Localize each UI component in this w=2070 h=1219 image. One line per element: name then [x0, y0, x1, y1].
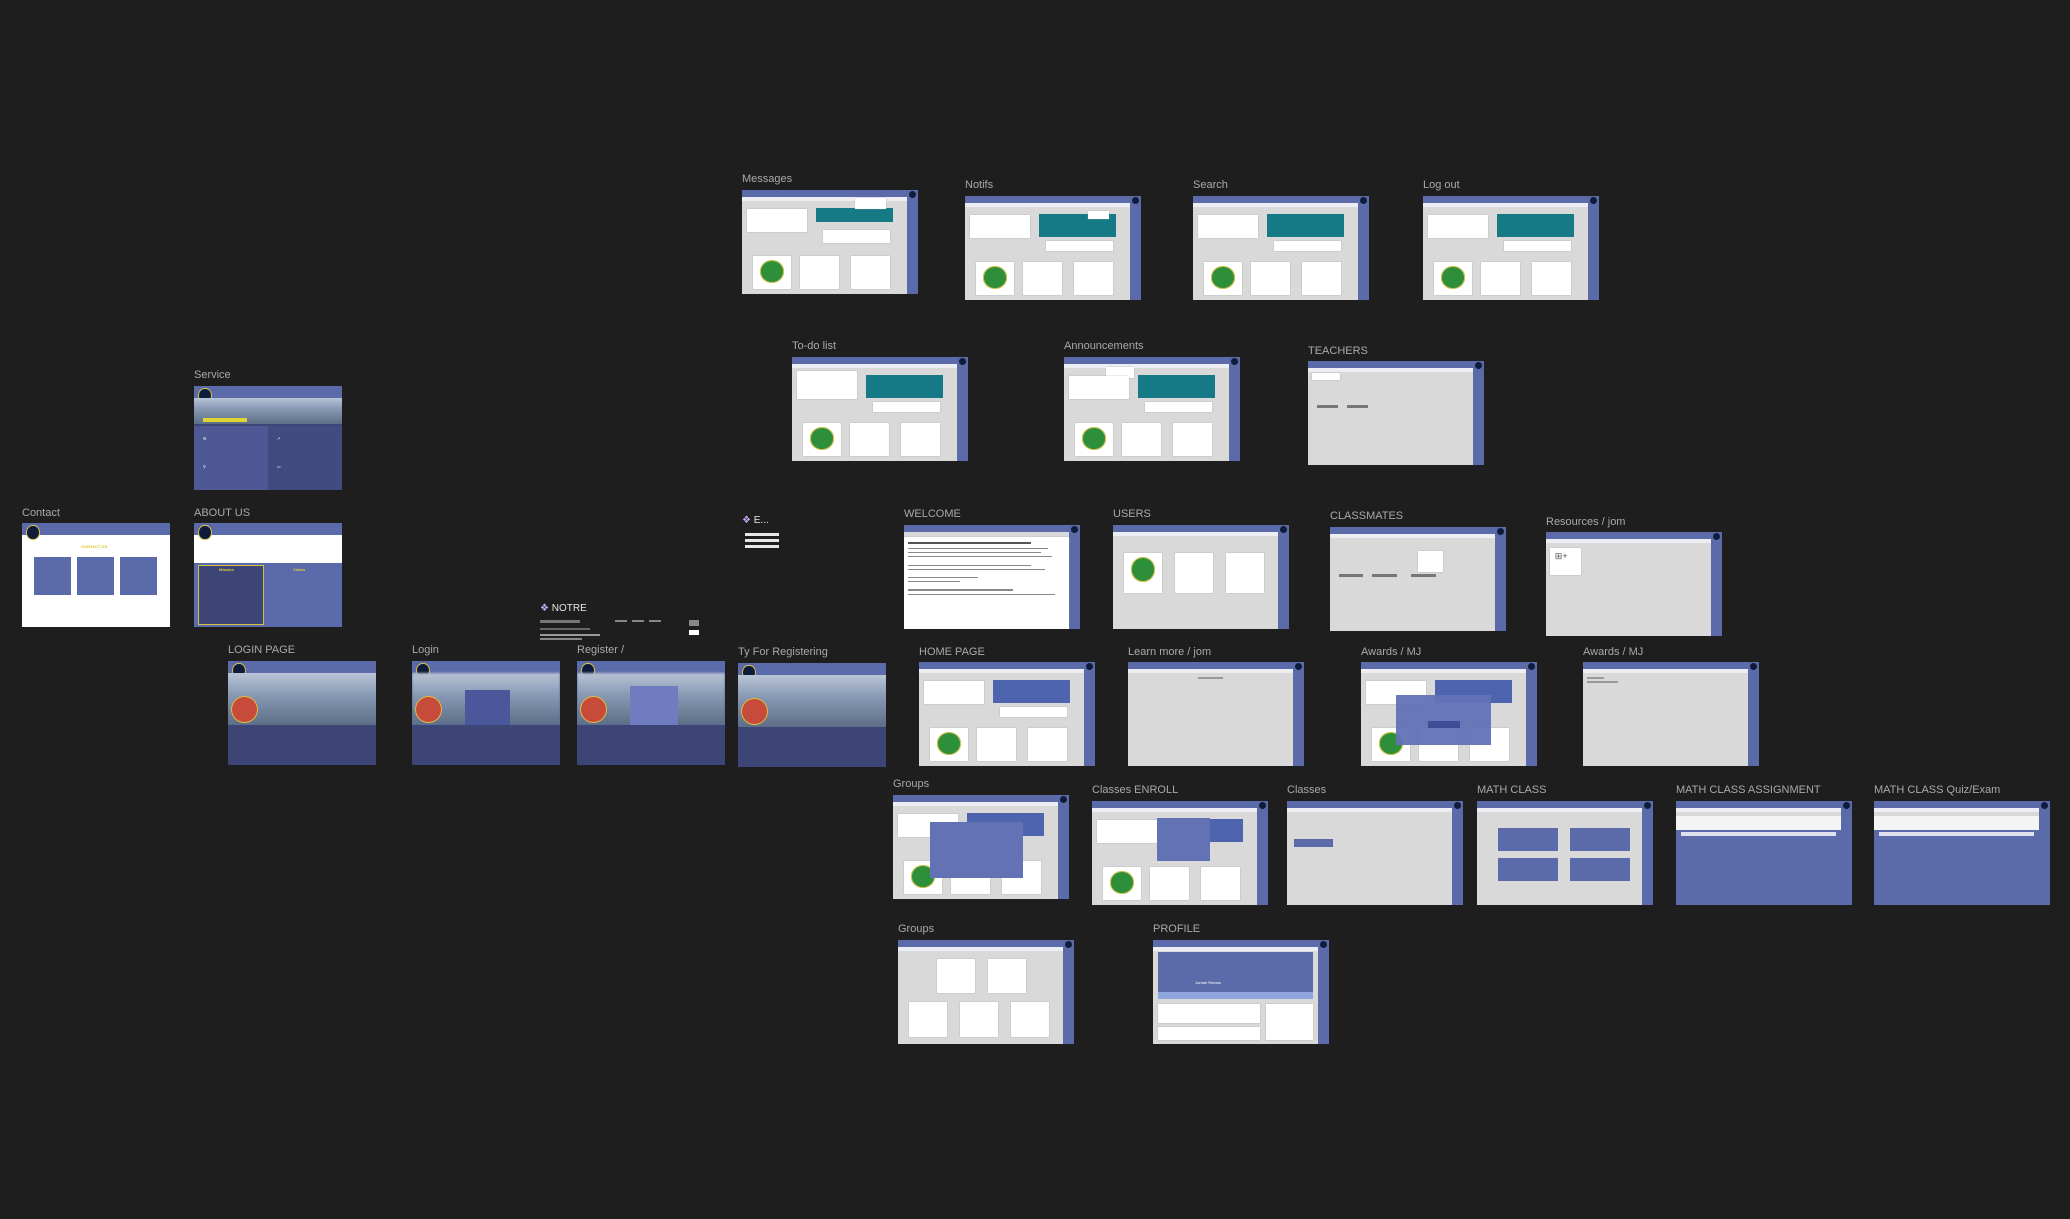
frame-register[interactable]: [577, 661, 725, 765]
frame-label-classes[interactable]: Classes: [1287, 784, 1326, 796]
frame-label-announcements[interactable]: Announcements: [1064, 340, 1144, 352]
frame-awards-1[interactable]: [1361, 662, 1537, 766]
frame-label-messages[interactable]: Messages: [742, 173, 792, 185]
frame-label-awards-1[interactable]: Awards / MJ: [1361, 646, 1421, 658]
frame-label-profile[interactable]: PROFILE: [1153, 923, 1200, 935]
frame-groups-2[interactable]: [898, 940, 1074, 1044]
frame-welcome[interactable]: [904, 525, 1080, 629]
frame-notifs[interactable]: [965, 196, 1141, 300]
frame-math-class[interactable]: [1477, 801, 1653, 905]
frame-learn-more[interactable]: [1128, 662, 1304, 766]
frame-profile[interactable]: Jamari Ramos: [1153, 940, 1329, 1044]
frame-label-resources[interactable]: Resources / jom: [1546, 516, 1625, 528]
frame-label-classes-enroll[interactable]: Classes ENROLL: [1092, 784, 1178, 796]
frame-label-ty-register[interactable]: Ty For Registering: [738, 646, 828, 658]
frame-label-math-assignment[interactable]: MATH CLASS ASSIGNMENT: [1676, 784, 1821, 796]
frame-math-quiz[interactable]: [1874, 801, 2050, 905]
component-set[interactable]: ❖ E...: [742, 515, 769, 526]
frame-about[interactable]: Mission Vision: [194, 523, 342, 627]
frame-classes-enroll[interactable]: [1092, 801, 1268, 905]
hamburger-component[interactable]: [745, 533, 779, 553]
component-icon: ❖: [540, 603, 549, 614]
frame-service[interactable]: ⚙ ⚲ ↗ ▭: [194, 386, 342, 490]
frame-todo[interactable]: [792, 357, 968, 461]
frame-classmates[interactable]: [1330, 527, 1506, 631]
school-logo-icon: [26, 525, 40, 541]
component-icon: ❖: [742, 515, 751, 526]
gear-icon: ⚙: [202, 435, 207, 441]
frame-ty-register[interactable]: [738, 663, 886, 767]
frame-search[interactable]: [1193, 196, 1369, 300]
notre-caption: [540, 634, 600, 642]
frame-label-login[interactable]: Login: [412, 644, 439, 656]
contact-heading: CONTACT US: [81, 543, 108, 549]
frame-teachers[interactable]: [1308, 361, 1484, 465]
chart-icon: ↗: [276, 435, 281, 441]
frame-announcements[interactable]: [1064, 357, 1240, 461]
frame-label-register[interactable]: Register /: [577, 644, 624, 656]
frame-resources[interactable]: ⊞+: [1546, 532, 1722, 636]
frame-label-learn-more[interactable]: Learn more / jom: [1128, 646, 1211, 658]
frame-classes[interactable]: [1287, 801, 1463, 905]
frame-label-service[interactable]: Service: [194, 369, 231, 381]
frame-label-groups-1[interactable]: Groups: [893, 778, 929, 790]
frame-label-login-page[interactable]: LOGIN PAGE: [228, 644, 295, 656]
frame-messages[interactable]: [742, 190, 918, 294]
frame-label-contact[interactable]: Contact: [22, 507, 60, 519]
frame-label-logout[interactable]: Log out: [1423, 179, 1460, 191]
frame-label-about[interactable]: ABOUT US: [194, 507, 250, 519]
profile-name: Jamari Ramos: [1195, 979, 1222, 985]
book-icon: ▭: [276, 464, 281, 469]
frame-contact[interactable]: CONTACT US: [22, 523, 170, 627]
frame-label-users[interactable]: USERS: [1113, 508, 1151, 520]
frame-label-todo[interactable]: To-do list: [792, 340, 836, 352]
frame-home-page[interactable]: [919, 662, 1095, 766]
key-icon: ⚲: [202, 464, 206, 469]
frame-label-teachers[interactable]: TEACHERS: [1308, 345, 1368, 357]
frame-label-awards-2[interactable]: Awards / MJ: [1583, 646, 1643, 658]
frame-label-home-page[interactable]: HOME PAGE: [919, 646, 985, 658]
frame-label-math-quiz[interactable]: MATH CLASS Quiz/Exam: [1874, 784, 2000, 796]
frame-label-math-class[interactable]: MATH CLASS: [1477, 784, 1546, 796]
frame-label-welcome[interactable]: WELCOME: [904, 508, 961, 520]
frame-groups-1[interactable]: [893, 795, 1069, 899]
frame-label-notifs[interactable]: Notifs: [965, 179, 993, 191]
frame-logout[interactable]: [1423, 196, 1599, 300]
notre-component[interactable]: ❖ NOTRE: [540, 603, 587, 614]
frame-label-classmates[interactable]: CLASSMATES: [1330, 510, 1403, 522]
frame-login-page[interactable]: [228, 661, 376, 765]
frame-label-groups-2[interactable]: Groups: [898, 923, 934, 935]
add-file-icon: ⊞+: [1554, 550, 1568, 561]
frame-users[interactable]: [1113, 525, 1289, 629]
frame-login[interactable]: [412, 661, 560, 765]
frame-math-assignment[interactable]: [1676, 801, 1852, 905]
school-logo-icon: [198, 525, 212, 541]
frame-awards-2[interactable]: [1583, 662, 1759, 766]
frame-label-search[interactable]: Search: [1193, 179, 1228, 191]
